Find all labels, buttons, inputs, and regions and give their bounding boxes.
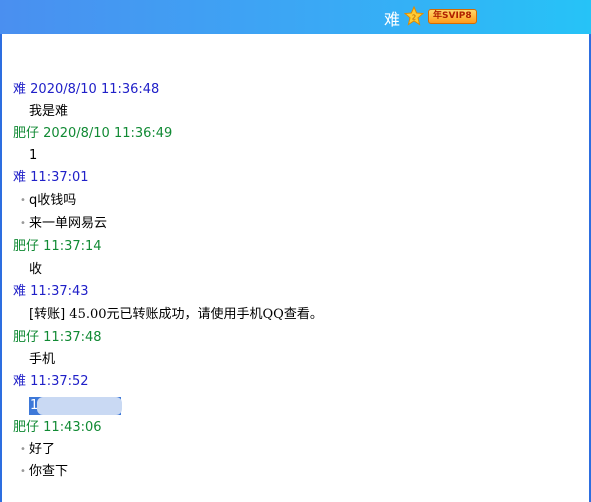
message-sender-line: 肥仔 11:43:06 bbox=[13, 420, 591, 436]
sender-name: 难 bbox=[13, 170, 27, 185]
message-text: 手机 bbox=[29, 352, 56, 367]
sender-name: 肥仔 bbox=[13, 239, 40, 254]
message-sender-line: 难 2020/8/10 11:36:48 bbox=[13, 82, 591, 98]
sender-name: 肥仔 bbox=[13, 330, 40, 345]
bullet-icon: • bbox=[20, 195, 26, 206]
message-time: 11:43:06 bbox=[43, 420, 102, 435]
chat-history[interactable]: 难 2020/8/10 11:36:48 我是难 肥仔 2020/8/10 11… bbox=[0, 0, 591, 502]
message-time: 11:37:52 bbox=[30, 374, 89, 389]
message-text: 收 bbox=[29, 262, 43, 277]
message-text: 好了 bbox=[29, 442, 56, 457]
selected-message-text[interactable]: 1 bbox=[30, 397, 38, 415]
sender-name: 肥仔 bbox=[13, 126, 40, 141]
message-time: 2020/8/10 11:36:48 bbox=[30, 82, 160, 97]
sender-name: 难 bbox=[13, 284, 27, 299]
message-time: 2020/8/10 11:36:49 bbox=[43, 126, 173, 141]
bullet-icon: • bbox=[20, 444, 26, 455]
message-text: 你查下 bbox=[29, 464, 69, 479]
transfer-message[interactable]: [转账] 45.00元已转账成功，请使用手机QQ查看。 bbox=[29, 307, 591, 323]
message-time: 11:37:01 bbox=[30, 170, 89, 185]
message-time: 11:37:48 bbox=[43, 330, 102, 345]
transfer-text: 45.00元已转账成功，请使用手机QQ查看。 bbox=[69, 307, 323, 322]
message-sender-line: 难 11:37:01 bbox=[13, 170, 591, 186]
message-text: q收钱吗 bbox=[29, 193, 77, 208]
blurred-region bbox=[37, 397, 122, 415]
message-sender-line: 肥仔 11:37:14 bbox=[13, 239, 591, 255]
message-text: 1 bbox=[29, 148, 38, 163]
message-text: 我是难 bbox=[29, 104, 69, 119]
message-text: 来一单网易云 bbox=[29, 216, 108, 231]
message-sender-line: 肥仔 2020/8/10 11:36:49 bbox=[13, 126, 591, 142]
message-sender-line: 难 11:37:52 bbox=[13, 374, 591, 390]
message-sender-line: 肥仔 11:37:48 bbox=[13, 330, 591, 346]
sender-name: 难 bbox=[13, 374, 27, 389]
bullet-icon: • bbox=[20, 466, 26, 477]
message-sender-line: 难 11:37:43 bbox=[13, 284, 591, 300]
bullet-icon: • bbox=[20, 218, 26, 229]
message-time: 11:37:43 bbox=[30, 284, 89, 299]
message-time: 11:37:14 bbox=[43, 239, 102, 254]
sender-name: 难 bbox=[13, 82, 27, 97]
sender-name: 肥仔 bbox=[13, 420, 40, 435]
transfer-tag: [转账] bbox=[29, 307, 66, 322]
